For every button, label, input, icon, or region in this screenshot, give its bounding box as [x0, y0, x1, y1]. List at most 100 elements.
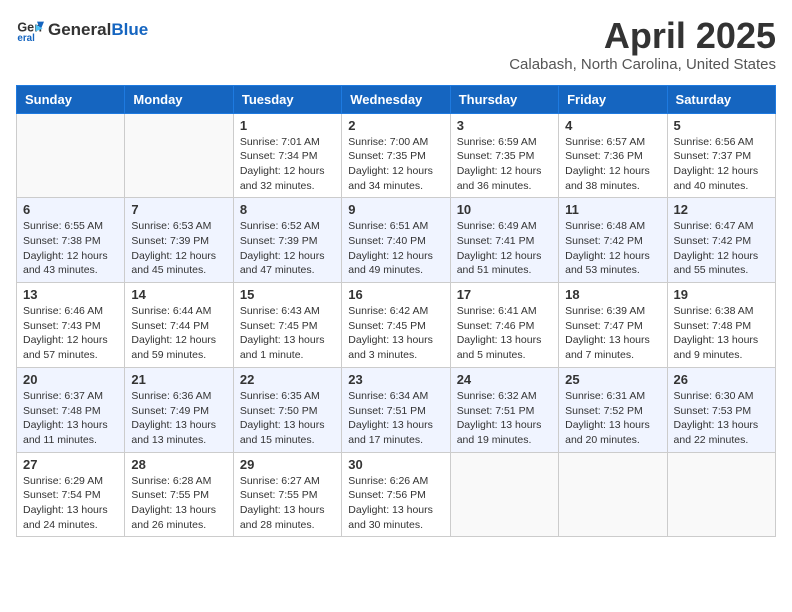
day-number: 12: [674, 202, 769, 217]
calendar-week-row: 1 Sunrise: 7:01 AM Sunset: 7:34 PM Daylig…: [17, 113, 776, 198]
day-of-week-header: Wednesday: [342, 85, 450, 113]
calendar-day-cell: 14 Sunrise: 6:44 AM Sunset: 7:44 PM Dayli…: [125, 283, 233, 368]
logo: Gen eral GeneralBlue: [16, 16, 148, 44]
day-info: Sunrise: 7:00 AM Sunset: 7:35 PM Dayligh…: [348, 135, 443, 194]
day-number: 1: [240, 118, 335, 133]
calendar-week-row: 13 Sunrise: 6:46 AM Sunset: 7:43 PM Dayli…: [17, 283, 776, 368]
calendar-day-cell: 15 Sunrise: 6:43 AM Sunset: 7:45 PM Dayli…: [233, 283, 341, 368]
calendar-day-cell: 18Sunrise: 6:39 AM Sunset: 7:47 PM Dayli…: [559, 283, 667, 368]
day-info: Sunrise: 6:53 AM Sunset: 7:39 PM Dayligh…: [131, 219, 226, 278]
day-number: 21: [131, 372, 226, 387]
calendar-day-cell: 26Sunrise: 6:30 AM Sunset: 7:53 PM Dayli…: [667, 367, 775, 452]
calendar-day-cell: 20 Sunrise: 6:37 AM Sunset: 7:48 PM Dayli…: [17, 367, 125, 452]
day-info: Sunrise: 6:35 AM Sunset: 7:50 PM Dayligh…: [240, 389, 335, 448]
svg-text:eral: eral: [17, 33, 35, 44]
day-info: Sunrise: 6:51 AM Sunset: 7:40 PM Dayligh…: [348, 219, 443, 278]
calendar-day-cell: 16 Sunrise: 6:42 AM Sunset: 7:45 PM Dayli…: [342, 283, 450, 368]
calendar-day-cell: 3Sunrise: 6:59 AM Sunset: 7:35 PM Daylig…: [450, 113, 558, 198]
day-info: Sunrise: 6:30 AM Sunset: 7:53 PM Dayligh…: [674, 389, 769, 448]
calendar-day-cell: 25Sunrise: 6:31 AM Sunset: 7:52 PM Dayli…: [559, 367, 667, 452]
day-number: 30: [348, 457, 443, 472]
calendar-day-cell: 13 Sunrise: 6:46 AM Sunset: 7:43 PM Dayli…: [17, 283, 125, 368]
calendar-day-cell: 30 Sunrise: 6:26 AM Sunset: 7:56 PM Dayli…: [342, 452, 450, 537]
day-info: Sunrise: 6:36 AM Sunset: 7:49 PM Dayligh…: [131, 389, 226, 448]
day-info: Sunrise: 6:42 AM Sunset: 7:45 PM Dayligh…: [348, 304, 443, 363]
day-number: 27: [23, 457, 118, 472]
day-of-week-header: Friday: [559, 85, 667, 113]
day-number: 2: [348, 118, 443, 133]
calendar-day-cell: [559, 452, 667, 537]
day-of-week-header: Monday: [125, 85, 233, 113]
day-number: 20: [23, 372, 118, 387]
calendar-day-cell: 8 Sunrise: 6:52 AM Sunset: 7:39 PM Daylig…: [233, 198, 341, 283]
day-number: 14: [131, 287, 226, 302]
day-of-week-header: Sunday: [17, 85, 125, 113]
calendar-week-row: 27 Sunrise: 6:29 AM Sunset: 7:54 PM Dayli…: [17, 452, 776, 537]
day-info: Sunrise: 6:48 AM Sunset: 7:42 PM Dayligh…: [565, 219, 660, 278]
calendar-day-cell: 28Sunrise: 6:28 AM Sunset: 7:55 PM Dayli…: [125, 452, 233, 537]
logo-icon: Gen eral: [16, 16, 44, 44]
calendar-subtitle: Calabash, North Carolina, United States: [509, 56, 776, 73]
day-number: 24: [457, 372, 552, 387]
calendar-day-cell: [450, 452, 558, 537]
calendar-day-cell: 19Sunrise: 6:38 AM Sunset: 7:48 PM Dayli…: [667, 283, 775, 368]
day-number: 22: [240, 372, 335, 387]
day-info: Sunrise: 6:27 AM Sunset: 7:55 PM Dayligh…: [240, 474, 335, 533]
calendar-day-cell: 27 Sunrise: 6:29 AM Sunset: 7:54 PM Dayli…: [17, 452, 125, 537]
calendar-day-cell: 21 Sunrise: 6:36 AM Sunset: 7:49 PM Dayli…: [125, 367, 233, 452]
day-number: 9: [348, 202, 443, 217]
calendar-day-cell: 22 Sunrise: 6:35 AM Sunset: 7:50 PM Dayli…: [233, 367, 341, 452]
day-number: 29: [240, 457, 335, 472]
day-info: Sunrise: 6:59 AM Sunset: 7:35 PM Dayligh…: [457, 135, 552, 194]
calendar-day-cell: 29 Sunrise: 6:27 AM Sunset: 7:55 PM Dayli…: [233, 452, 341, 537]
day-number: 13: [23, 287, 118, 302]
day-info: Sunrise: 6:32 AM Sunset: 7:51 PM Dayligh…: [457, 389, 552, 448]
day-info: Sunrise: 6:39 AM Sunset: 7:47 PM Dayligh…: [565, 304, 660, 363]
calendar-day-cell: 7Sunrise: 6:53 AM Sunset: 7:39 PM Daylig…: [125, 198, 233, 283]
calendar-table: SundayMondayTuesdayWednesdayThursdayFrid…: [16, 85, 776, 538]
calendar-day-cell: [17, 113, 125, 198]
day-info: Sunrise: 6:46 AM Sunset: 7:43 PM Dayligh…: [23, 304, 118, 363]
day-info: Sunrise: 6:49 AM Sunset: 7:41 PM Dayligh…: [457, 219, 552, 278]
calendar-day-cell: 1 Sunrise: 7:01 AM Sunset: 7:34 PM Daylig…: [233, 113, 341, 198]
day-of-week-header: Thursday: [450, 85, 558, 113]
calendar-week-row: 20 Sunrise: 6:37 AM Sunset: 7:48 PM Dayli…: [17, 367, 776, 452]
day-number: 28: [131, 457, 226, 472]
day-number: 4: [565, 118, 660, 133]
day-info: Sunrise: 6:52 AM Sunset: 7:39 PM Dayligh…: [240, 219, 335, 278]
calendar-day-cell: 17 Sunrise: 6:41 AM Sunset: 7:46 PM Dayli…: [450, 283, 558, 368]
day-number: 17: [457, 287, 552, 302]
calendar-day-cell: 10 Sunrise: 6:49 AM Sunset: 7:41 PM Dayli…: [450, 198, 558, 283]
calendar-day-cell: 11 Sunrise: 6:48 AM Sunset: 7:42 PM Dayli…: [559, 198, 667, 283]
day-number: 25: [565, 372, 660, 387]
day-number: 6: [23, 202, 118, 217]
calendar-day-cell: 24 Sunrise: 6:32 AM Sunset: 7:51 PM Dayli…: [450, 367, 558, 452]
calendar-day-cell: [125, 113, 233, 198]
calendar-day-cell: 12Sunrise: 6:47 AM Sunset: 7:42 PM Dayli…: [667, 198, 775, 283]
calendar-header-row: SundayMondayTuesdayWednesdayThursdayFrid…: [17, 85, 776, 113]
day-number: 10: [457, 202, 552, 217]
day-number: 8: [240, 202, 335, 217]
calendar-title: April 2025: [509, 16, 776, 56]
day-of-week-header: Tuesday: [233, 85, 341, 113]
day-info: Sunrise: 6:38 AM Sunset: 7:48 PM Dayligh…: [674, 304, 769, 363]
header: Gen eral GeneralBlue April 2025 Calabash…: [16, 16, 776, 73]
day-info: Sunrise: 6:34 AM Sunset: 7:51 PM Dayligh…: [348, 389, 443, 448]
calendar-week-row: 6 Sunrise: 6:55 AM Sunset: 7:38 PM Daylig…: [17, 198, 776, 283]
day-info: Sunrise: 6:55 AM Sunset: 7:38 PM Dayligh…: [23, 219, 118, 278]
day-info: Sunrise: 7:01 AM Sunset: 7:34 PM Dayligh…: [240, 135, 335, 194]
day-info: Sunrise: 6:26 AM Sunset: 7:56 PM Dayligh…: [348, 474, 443, 533]
logo-general-text: General: [48, 20, 111, 39]
day-number: 16: [348, 287, 443, 302]
day-number: 11: [565, 202, 660, 217]
calendar-day-cell: 6 Sunrise: 6:55 AM Sunset: 7:38 PM Daylig…: [17, 198, 125, 283]
calendar-day-cell: 4Sunrise: 6:57 AM Sunset: 7:36 PM Daylig…: [559, 113, 667, 198]
calendar-day-cell: 2 Sunrise: 7:00 AM Sunset: 7:35 PM Daylig…: [342, 113, 450, 198]
day-info: Sunrise: 6:43 AM Sunset: 7:45 PM Dayligh…: [240, 304, 335, 363]
day-info: Sunrise: 6:41 AM Sunset: 7:46 PM Dayligh…: [457, 304, 552, 363]
calendar-day-cell: 9 Sunrise: 6:51 AM Sunset: 7:40 PM Daylig…: [342, 198, 450, 283]
day-number: 15: [240, 287, 335, 302]
day-info: Sunrise: 6:29 AM Sunset: 7:54 PM Dayligh…: [23, 474, 118, 533]
day-info: Sunrise: 6:44 AM Sunset: 7:44 PM Dayligh…: [131, 304, 226, 363]
day-info: Sunrise: 6:37 AM Sunset: 7:48 PM Dayligh…: [23, 389, 118, 448]
